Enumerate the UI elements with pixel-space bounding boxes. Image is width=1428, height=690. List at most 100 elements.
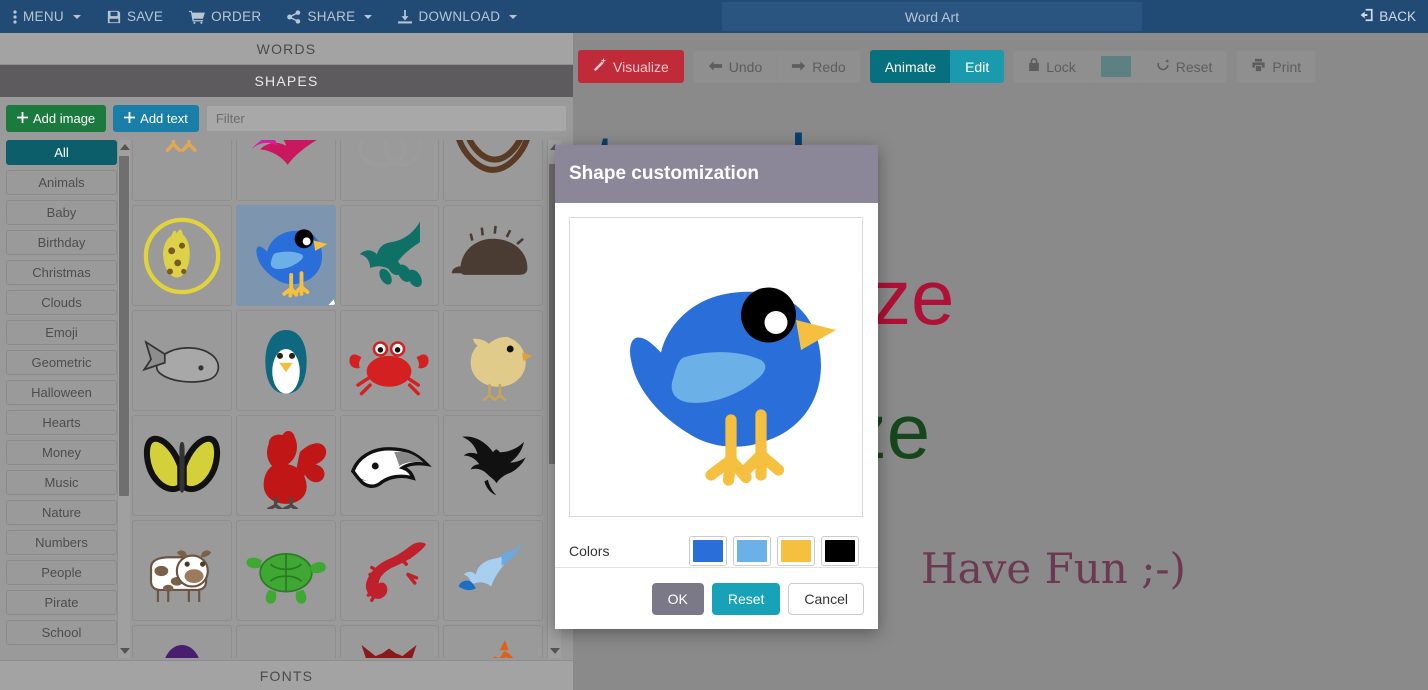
shape-cell-orange-horse[interactable] bbox=[443, 625, 543, 658]
scroll-up-icon[interactable] bbox=[120, 144, 130, 150]
category-item-clouds[interactable]: Clouds bbox=[6, 290, 117, 315]
save-button[interactable]: SAVE bbox=[94, 0, 176, 33]
floppy-disk-icon bbox=[107, 10, 121, 24]
gear-icon[interactable] bbox=[316, 286, 335, 305]
menu-label: MENU bbox=[23, 9, 64, 24]
shape-cell-owl[interactable] bbox=[339, 625, 440, 658]
lock-label: Lock bbox=[1046, 58, 1076, 75]
color-swatch-list bbox=[689, 536, 859, 566]
category-item-hearts[interactable]: Hearts bbox=[6, 410, 117, 435]
shape-cell-brown-arc[interactable] bbox=[443, 140, 543, 201]
shape-cell-yellow-chick[interactable] bbox=[443, 310, 543, 411]
shape-cell-blue-bird[interactable] bbox=[235, 205, 336, 306]
scrollbar-thumb[interactable] bbox=[119, 156, 129, 496]
shape-cell-rooster[interactable] bbox=[235, 415, 336, 516]
category-item-people[interactable]: People bbox=[6, 560, 117, 585]
category-item-birthday[interactable]: Birthday bbox=[6, 230, 117, 255]
shape-cell-blue-dove[interactable] bbox=[443, 520, 543, 621]
category-label: Baby bbox=[46, 205, 77, 220]
download-icon bbox=[398, 9, 413, 24]
shape-cell-pink-bird[interactable] bbox=[235, 140, 336, 201]
edit-button[interactable]: Edit bbox=[950, 50, 1005, 83]
exit-arrow-icon bbox=[1359, 8, 1374, 25]
fonts-section-header[interactable]: FONTS bbox=[0, 660, 573, 690]
document-title-input[interactable]: Word Art bbox=[722, 2, 1142, 31]
category-item-pirate[interactable]: Pirate bbox=[6, 590, 117, 615]
cancel-button[interactable]: Cancel bbox=[788, 582, 864, 615]
color-swatch-3[interactable] bbox=[777, 536, 815, 566]
color-swatch-1[interactable] bbox=[689, 536, 727, 566]
reset-label: Reset bbox=[1175, 58, 1213, 75]
download-button[interactable]: DOWNLOAD bbox=[385, 0, 530, 33]
add-text-button[interactable]: Add text bbox=[113, 104, 199, 132]
print-button[interactable]: Print bbox=[1236, 50, 1317, 83]
share-button[interactable]: SHARE bbox=[274, 0, 385, 33]
scroll-down-icon[interactable] bbox=[550, 648, 560, 654]
canvas-line-4[interactable]: Have Fun ;-) bbox=[921, 544, 1186, 593]
color-swatch-4[interactable] bbox=[821, 536, 859, 566]
category-item-emoji[interactable]: Emoji bbox=[6, 320, 117, 345]
menu-button[interactable]: MENU bbox=[0, 0, 94, 33]
category-item-geometric[interactable]: Geometric bbox=[6, 350, 117, 375]
colors-row: Colors bbox=[569, 533, 864, 569]
visualize-button[interactable]: Visualize bbox=[578, 50, 684, 83]
canvas-toolbar: Visualize Undo Redo Animate Edit Lock Re… bbox=[573, 33, 1428, 89]
shape-cell-whale[interactable] bbox=[132, 310, 232, 411]
undo-arrow-icon bbox=[708, 59, 723, 75]
category-item-halloween[interactable]: Halloween bbox=[6, 380, 117, 405]
category-label: Birthday bbox=[37, 235, 86, 250]
scroll-down-icon[interactable] bbox=[120, 648, 130, 654]
redo-button[interactable]: Redo bbox=[776, 50, 861, 83]
undo-redo-group: Undo Redo bbox=[692, 50, 861, 83]
category-item-nature[interactable]: Nature bbox=[6, 500, 117, 525]
lock-button[interactable]: Lock bbox=[1013, 50, 1091, 83]
shapes-section-header[interactable]: SHAPES bbox=[0, 65, 573, 97]
shape-preview bbox=[569, 217, 863, 517]
dialog-footer: OK Reset Cancel bbox=[555, 567, 878, 629]
category-scrollbar[interactable] bbox=[117, 140, 130, 658]
category-item-money[interactable]: Money bbox=[6, 440, 117, 465]
shape-cell-teal-dove[interactable] bbox=[339, 205, 440, 306]
order-button[interactable]: ORDER bbox=[176, 0, 274, 33]
order-label: ORDER bbox=[211, 9, 262, 24]
shape-cell-purple-octopus[interactable] bbox=[132, 625, 232, 658]
animate-button[interactable]: Animate bbox=[869, 50, 952, 83]
chevron-down-icon bbox=[509, 14, 518, 19]
back-button[interactable]: BACK bbox=[1353, 0, 1422, 33]
background-color-button[interactable] bbox=[1089, 50, 1142, 83]
shape-cell-penguin[interactable] bbox=[235, 310, 336, 411]
category-item-numbers[interactable]: Numbers bbox=[6, 530, 117, 555]
shape-cell-black-eagle[interactable] bbox=[443, 415, 543, 516]
shape-cell-giraffe-circle[interactable] bbox=[132, 205, 232, 306]
filter-input[interactable]: Filter bbox=[205, 104, 567, 132]
shape-cell-pink-scooter[interactable] bbox=[235, 625, 336, 658]
words-section-header[interactable]: WORDS bbox=[0, 33, 573, 65]
category-label: Nature bbox=[41, 505, 82, 520]
reset-button[interactable]: Reset bbox=[1140, 50, 1228, 83]
shape-cell-eagle-head[interactable] bbox=[339, 415, 440, 516]
shape-cell-crab[interactable] bbox=[339, 310, 440, 411]
category-item-animals[interactable]: Animals bbox=[6, 170, 117, 195]
shape-cell-grey-outline-swirl[interactable] bbox=[339, 140, 440, 201]
redo-label: Redo bbox=[812, 58, 846, 75]
blue-bird-icon bbox=[591, 240, 841, 495]
shape-customization-dialog: Shape customization Colors OK Reset Canc… bbox=[555, 145, 878, 629]
chevron-down-icon bbox=[364, 14, 373, 19]
shape-cell-cow[interactable] bbox=[132, 520, 232, 621]
category-item-school[interactable]: School bbox=[6, 620, 117, 645]
category-item-all[interactable]: All bbox=[6, 140, 117, 165]
category-item-christmas[interactable]: Christmas bbox=[6, 260, 117, 285]
shape-cell-red-lizard[interactable] bbox=[339, 520, 440, 621]
category-item-baby[interactable]: Baby bbox=[6, 200, 117, 225]
category-item-music[interactable]: Music bbox=[6, 470, 117, 495]
undo-button[interactable]: Undo bbox=[692, 50, 778, 83]
print-label: Print bbox=[1272, 58, 1302, 75]
ok-button[interactable]: OK bbox=[651, 582, 704, 615]
shape-cell-hedgehog[interactable] bbox=[443, 205, 543, 306]
add-image-button[interactable]: Add image bbox=[6, 104, 107, 132]
dialog-reset-button[interactable]: Reset bbox=[711, 582, 781, 615]
shape-cell-chick-feet[interactable] bbox=[132, 140, 232, 201]
shape-cell-butterfly[interactable] bbox=[132, 415, 232, 516]
shape-cell-turtle[interactable] bbox=[235, 520, 336, 621]
color-swatch-2[interactable] bbox=[733, 536, 771, 566]
